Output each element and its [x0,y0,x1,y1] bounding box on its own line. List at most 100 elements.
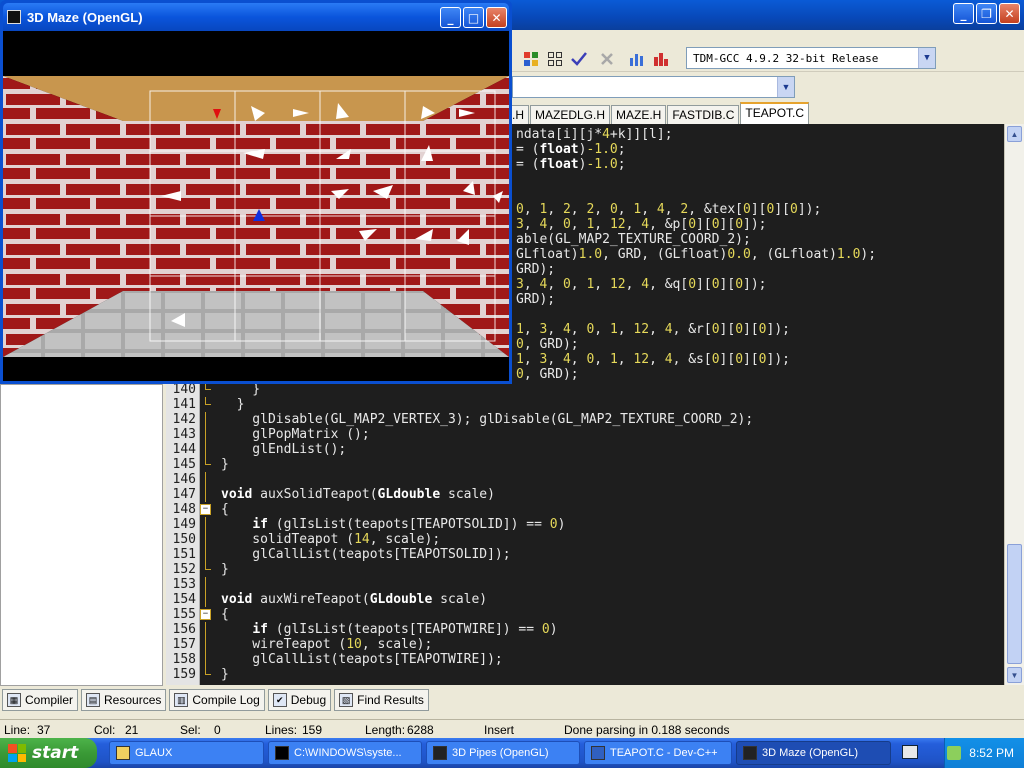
profile-icon[interactable] [650,48,672,70]
resources-icon: ▤ [86,693,101,707]
ide-restore-button[interactable]: ❐ [976,3,997,24]
fold-toggle-icon[interactable]: − [200,504,211,515]
taskbar: start GLAUX C:\WINDOWS\syste... 3D Pipes… [0,738,1024,768]
code-text: if (glIsList(teapots[TEAPOTWIRE]) == 0) [252,622,558,637]
chart-icon[interactable] [626,48,648,70]
code-text: 0, GRD); [516,367,579,382]
maze-window-title: 3D Maze (OpenGL) [27,9,143,25]
tab-maze-h[interactable]: MAZE.H [611,105,667,124]
delete-icon[interactable] [596,48,618,70]
maze-maximize-button[interactable]: □ [463,7,484,28]
code-text: glCallList(teapots[TEAPOTSOLID]); [221,547,511,562]
task-dev-cpp[interactable]: TEAPOT.C - Dev-C++ [584,741,732,765]
ide-minimize-button[interactable]: _ [953,3,974,24]
scrollbar-thumb[interactable] [1007,544,1022,664]
bottom-tab-label: Resources [104,693,162,707]
code-text: glPopMatrix (); [221,427,370,442]
editor-vertical-scrollbar[interactable]: ▲ ▼ [1004,124,1024,685]
task-label: 3D Pipes (OpenGL) [452,747,549,759]
line-number: 149 [172,517,196,532]
bottom-tab-compiler[interactable]: ▦ Compiler [2,689,79,711]
maze-3d-viewport[interactable] [3,31,509,381]
line-number: 158 [172,652,196,667]
code-text: solidTeapot (14, scale); [221,532,441,547]
fold-guide [205,517,206,532]
bottom-panel-tabs: ▦ Compiler ▤ Resources ▥ Compile Log ✔ Debug ▧ Fi… [0,687,1024,713]
line-number: 140 [172,382,196,397]
code-text: { [221,607,229,622]
code-text: 3, 4, 0, 1, 12, 4, &p[0][0][0]); [516,217,767,232]
status-bar: Line: 37 Col: 21 Sel: 0 Lines: 159 Lengt… [0,719,1024,738]
bottom-tab-resources[interactable]: ▤ Resources [81,689,167,711]
line-number: 157 [172,637,196,652]
maze-window[interactable]: 3D Maze (OpenGL) _ □ ✕ [0,0,512,384]
bottom-tab-label: Compile Log [192,693,260,707]
debug-icon: ✔ [272,693,287,707]
fold-guide [205,532,206,547]
task-label: GLAUX [135,747,173,759]
code-text: } [221,382,261,397]
bottom-tab-label: Find Results [357,693,424,707]
bottom-tab-compile-log[interactable]: ▥ Compile Log [169,689,265,711]
compiler-select[interactable]: TDM-GCC 4.9.2 32-bit Release ▼ [686,47,936,69]
opengl-window-icon [743,746,757,760]
task-glaux[interactable]: GLAUX [109,741,264,765]
system-tray: 8:52 PM [944,738,1024,768]
line-number: 144 [172,442,196,457]
code-text: GRD); [516,262,556,277]
maze-back-wall [123,121,423,291]
line-number: 153 [172,577,196,592]
tray-app-icon[interactable] [947,746,962,760]
chevron-down-icon[interactable]: ▼ [918,48,935,68]
line-number: 156 [172,622,196,637]
code-text: } [221,457,229,472]
ide-window-controls: _ ❐ ✕ [953,3,1020,24]
line-number: 143 [172,427,196,442]
editor-tabs: .H MAZEDLG.H MAZE.H FASTDIB.C TEAPOT.C [505,102,1024,124]
ide-close-button[interactable]: ✕ [999,3,1020,24]
maze-minimize-button[interactable]: _ [440,7,461,28]
tab-teapot-c[interactable]: TEAPOT.C [740,102,810,124]
layout-icon[interactable] [520,48,542,70]
code-text: 3, 4, 0, 1, 12, 4, &q[0][0][0]); [516,277,767,292]
line-number: 147 [172,487,196,502]
maze-title-bar[interactable]: 3D Maze (OpenGL) _ □ ✕ [3,3,509,31]
compile-log-icon: ▥ [174,693,189,707]
function-select[interactable]: ▼ [512,76,795,98]
bottom-tab-debug[interactable]: ✔ Debug [267,689,332,711]
fold-guide [205,472,206,487]
line-number: 141 [172,397,196,412]
code-text: glDisable(GL_MAP2_VERTEX_3); glDisable(G… [221,412,754,427]
fold-guide [205,412,206,427]
task-command-prompt[interactable]: C:\WINDOWS\syste... [268,741,422,765]
code-text: void auxWireTeapot(GLdouble scale) [221,592,488,607]
task-3d-pipes[interactable]: 3D Pipes (OpenGL) [426,741,580,765]
fold-guide [205,577,206,592]
fold-toggle-icon[interactable]: − [200,609,211,620]
line-number: 151 [172,547,196,562]
status-length-label: Length: [365,723,406,737]
line-number: 148 [172,502,196,517]
chevron-down-icon[interactable]: ▼ [777,77,794,97]
project-browser-panel[interactable] [0,384,163,686]
maze-close-button[interactable]: ✕ [486,7,507,28]
status-lines-label: Lines: [265,723,298,737]
scroll-down-icon[interactable]: ▼ [1007,667,1022,683]
tab-fastdib-c[interactable]: FASTDIB.C [667,105,740,124]
check-icon[interactable] [568,48,590,70]
tab-mazedlg-h[interactable]: MAZEDLG.H [530,105,611,124]
code-text: 1, 3, 4, 0, 1, 12, 4, &r[0][0][0]); [516,322,790,337]
keyboard-icon[interactable] [902,745,918,759]
line-number: 159 [172,667,196,682]
bottom-tab-find-results[interactable]: ▧ Find Results [334,689,429,711]
start-button[interactable]: start [0,738,97,768]
scroll-up-icon[interactable]: ▲ [1007,126,1022,142]
grid-icon[interactable] [544,48,566,70]
task-label: C:\WINDOWS\syste... [294,747,402,759]
task-label: TEAPOT.C - Dev-C++ [610,747,718,759]
compiler-select-value: TDM-GCC 4.9.2 32-bit Release [693,52,879,65]
maze-window-controls: _ □ ✕ [440,7,507,28]
code-text: if (glIsList(teapots[TEAPOTSOLID]) == 0) [252,517,566,532]
task-3d-maze[interactable]: 3D Maze (OpenGL) [736,741,891,765]
code-text: = (float)-1.0; [516,157,626,172]
